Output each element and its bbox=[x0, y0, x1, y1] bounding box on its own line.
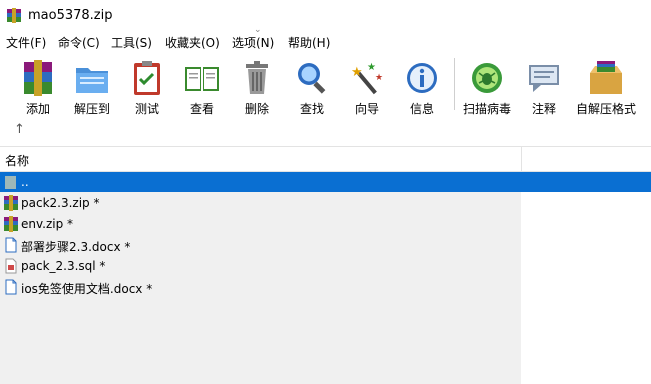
clipboard-check-icon bbox=[134, 61, 160, 95]
find-button[interactable]: 查找 bbox=[284, 56, 340, 116]
delete-button[interactable]: 删除 bbox=[229, 56, 285, 116]
menu-favorites[interactable]: 收藏夹(O) bbox=[165, 34, 220, 51]
chevron-down-icon[interactable]: ⌄ bbox=[254, 25, 262, 35]
window-title: mao5378.zip bbox=[28, 8, 113, 23]
test-button[interactable]: 测试 bbox=[119, 56, 175, 116]
comment-label: 注释 bbox=[531, 102, 556, 116]
self-extract-box-icon bbox=[590, 61, 622, 94]
list-item[interactable]: env.zip * bbox=[0, 214, 651, 234]
rar-archive-icon bbox=[4, 216, 18, 232]
title-bar: mao5378.zip bbox=[0, 0, 651, 32]
menu-bar: 文件(F) 命令(C) 工具(S) 收藏夹(O) 选项(N) 帮助(H) bbox=[0, 32, 651, 52]
list-item[interactable]: 部署步骤2.3.docx * bbox=[0, 235, 651, 255]
menu-help[interactable]: 帮助(H) bbox=[288, 34, 330, 51]
column-header-name[interactable]: 名称 bbox=[5, 152, 29, 169]
svg-text:★: ★ bbox=[367, 62, 376, 73]
add-archive-icon bbox=[24, 60, 52, 96]
menu-tools[interactable]: 工具(S) bbox=[111, 34, 152, 51]
up-one-level-button[interactable]: ↑ bbox=[14, 122, 25, 137]
list-item[interactable]: .. bbox=[0, 172, 651, 192]
winrar-app-icon bbox=[7, 8, 21, 23]
comment-button[interactable]: 注释 bbox=[516, 56, 572, 116]
sfx-label: 自解压格式 bbox=[575, 102, 636, 116]
virus-scan-button[interactable]: 扫描病毒 bbox=[459, 56, 515, 116]
menu-file[interactable]: 文件(F) bbox=[6, 34, 46, 51]
virus-scan-icon bbox=[472, 63, 502, 93]
info-label: 信息 bbox=[409, 102, 434, 116]
magnifier-icon bbox=[298, 63, 326, 94]
folder-extract-icon bbox=[76, 68, 108, 93]
trash-can-icon bbox=[246, 61, 268, 94]
column-divider[interactable] bbox=[521, 147, 522, 172]
extract-to-button[interactable]: 解压到 bbox=[64, 56, 120, 116]
info-icon bbox=[407, 63, 437, 93]
list-item[interactable]: pack2.3.zip * bbox=[0, 193, 651, 213]
svg-text:★: ★ bbox=[375, 73, 383, 83]
address-bar: ↑ bbox=[0, 116, 651, 147]
magic-wand-icon: ★ ★ ★ bbox=[351, 62, 383, 95]
info-button[interactable]: 信息 bbox=[394, 56, 450, 116]
column-header-bar: 名称 bbox=[0, 147, 651, 172]
toolbar: 添加 解压到 测试 查看 删除 查找 ★ ★ ★ 向导 信息 扫描病毒 注释 自… bbox=[0, 52, 651, 116]
svg-text:★: ★ bbox=[351, 65, 363, 80]
document-icon bbox=[5, 279, 17, 295]
open-book-icon bbox=[185, 67, 219, 91]
document-icon bbox=[5, 237, 17, 253]
list-item[interactable]: pack_2.3.sql * bbox=[0, 256, 651, 276]
sql-file-icon bbox=[5, 258, 17, 274]
folder-up-icon bbox=[5, 176, 16, 189]
menu-command[interactable]: 命令(C) bbox=[58, 34, 100, 51]
speech-bubble-icon bbox=[529, 65, 559, 92]
list-item[interactable]: ios免签使用文档.docx * bbox=[0, 277, 651, 297]
menu-options[interactable]: 选项(N) bbox=[232, 34, 274, 51]
view-button[interactable]: 查看 bbox=[174, 56, 230, 116]
sfx-button[interactable]: 自解压格式 bbox=[576, 56, 636, 116]
wizard-button[interactable]: ★ ★ ★ 向导 bbox=[339, 56, 395, 116]
rar-archive-icon bbox=[4, 195, 18, 211]
